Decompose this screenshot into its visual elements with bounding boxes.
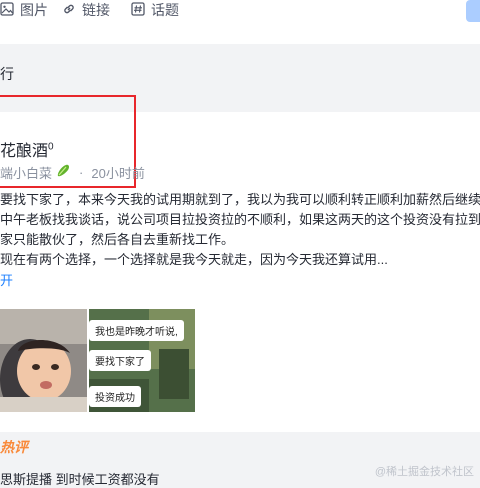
- link-tool[interactable]: 链接: [62, 0, 110, 20]
- post-composer: 图片 链接 话题: [0, 0, 480, 44]
- post-body: 要找下家了，本来今天我的试用期就到了，我以为我可以顺利转正顺利加薪然后继续 中午…: [0, 190, 480, 270]
- publish-button[interactable]: [466, 0, 480, 22]
- hot-comments-label: 热评: [0, 439, 28, 455]
- meme-caption: 投资成功: [89, 386, 141, 407]
- watermark: @稀土掘金技术社区: [374, 466, 474, 478]
- section-title: 行: [0, 66, 14, 82]
- post-meta: 端小白菜 · 20小时前: [0, 163, 145, 182]
- meme-caption: 要找下家了: [89, 350, 151, 371]
- link-tool-label: 链接: [82, 2, 110, 18]
- post-body-line: 要找下家了，本来今天我的试用期就到了，我以为我可以顺利转正顺利加薪然后继续: [0, 192, 480, 207]
- meme-caption: 我也是昨晚才听说,: [89, 320, 184, 341]
- post-title[interactable]: 花酿酒0: [0, 137, 54, 161]
- link-icon: [62, 2, 82, 19]
- image-tool[interactable]: 图片: [0, 0, 48, 20]
- author-name[interactable]: 端小白菜: [0, 163, 52, 182]
- post-title-text: 花酿酒: [0, 143, 49, 160]
- image-tool-label: 图片: [20, 2, 48, 18]
- hot-comment: 思斯提播 到时候工资都没有: [0, 472, 160, 487]
- post-title-sup: 0: [48, 141, 54, 153]
- post-body-line: 中午老板找我谈话，说公司项目拉投资拉的不顺利，如果这两天的这个投资没有拉到: [0, 212, 480, 227]
- post-time: 20小时前: [91, 166, 145, 181]
- topic-tool-label: 话题: [151, 2, 179, 18]
- image-icon: [0, 1, 20, 19]
- topic-icon: [131, 1, 151, 19]
- post-body-line: 现在有两个选择，一个选择就是我今天就走，因为今天我还算试用...: [0, 252, 388, 267]
- post-body-line: 家只能散伙了，然后各自去重新找工作。: [0, 232, 235, 247]
- topic-tool[interactable]: 话题: [131, 0, 179, 20]
- expand-link[interactable]: 开: [0, 270, 13, 289]
- post-image-baby[interactable]: [0, 309, 87, 412]
- meta-separator: ·: [79, 165, 84, 180]
- level-badge-icon: [55, 164, 71, 181]
